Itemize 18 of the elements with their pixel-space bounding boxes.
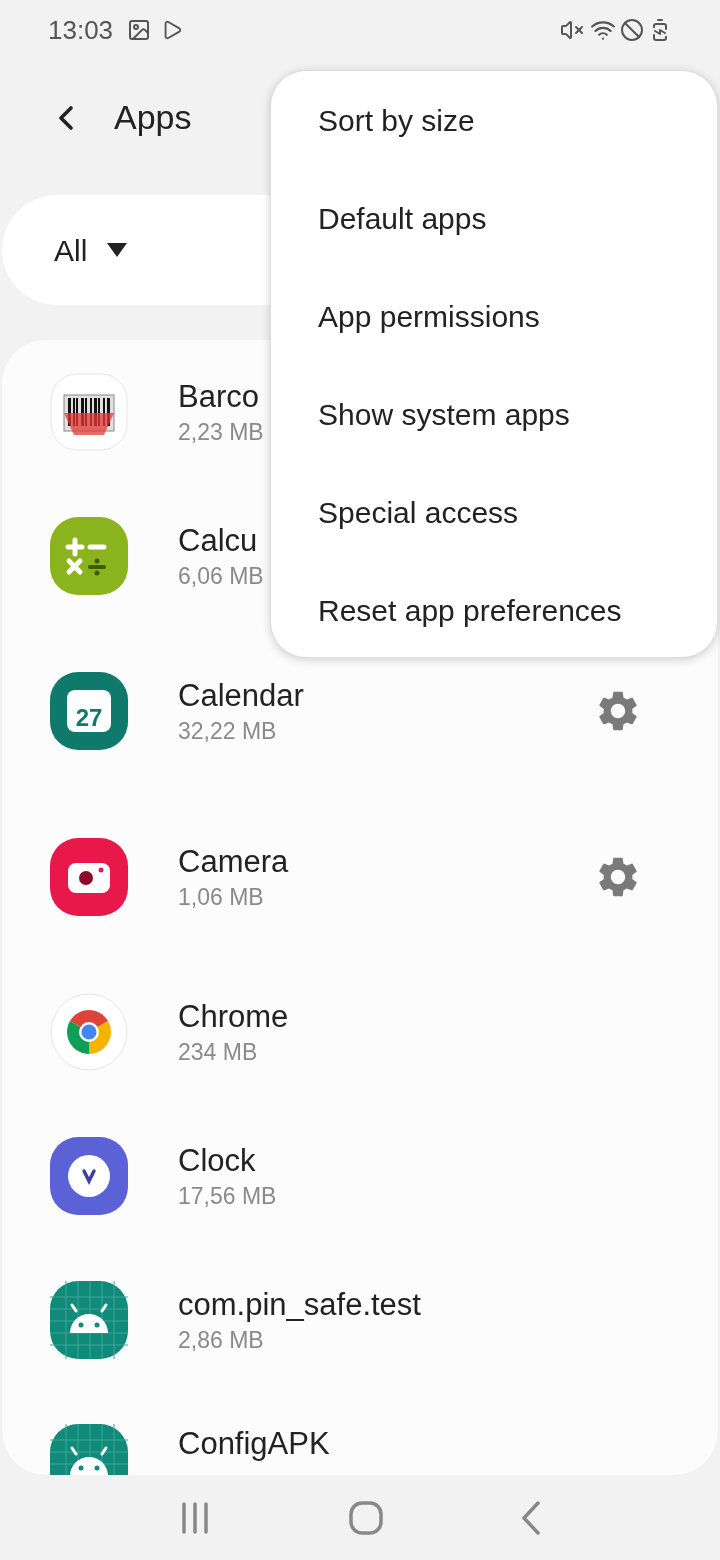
app-name: Clock bbox=[178, 1142, 256, 1180]
app-size: 2,23 MB bbox=[178, 418, 264, 447]
app-name: Calendar bbox=[178, 677, 304, 715]
app-name: com.pin_safe.test bbox=[178, 1286, 421, 1324]
app-size: 32,22 MB bbox=[178, 717, 277, 746]
clock-time: 13:03 bbox=[48, 13, 114, 47]
app-name: Chrome bbox=[178, 998, 289, 1036]
page-title: Apps bbox=[114, 97, 192, 138]
app-size: 1,06 MB bbox=[178, 883, 264, 912]
app-name: Calcu bbox=[178, 522, 258, 560]
app-size: 17,56 MB bbox=[178, 1182, 277, 1211]
app-size: 2,86 MB bbox=[178, 1326, 264, 1355]
app-name: ConfigAPK bbox=[178, 1425, 330, 1463]
app-size: 6,06 MB bbox=[178, 562, 264, 591]
app-size: 234 MB bbox=[178, 1038, 258, 1067]
app-name: Barco bbox=[178, 378, 259, 416]
calendar-date: 27 bbox=[75, 706, 103, 730]
app-name: Camera bbox=[178, 843, 289, 881]
